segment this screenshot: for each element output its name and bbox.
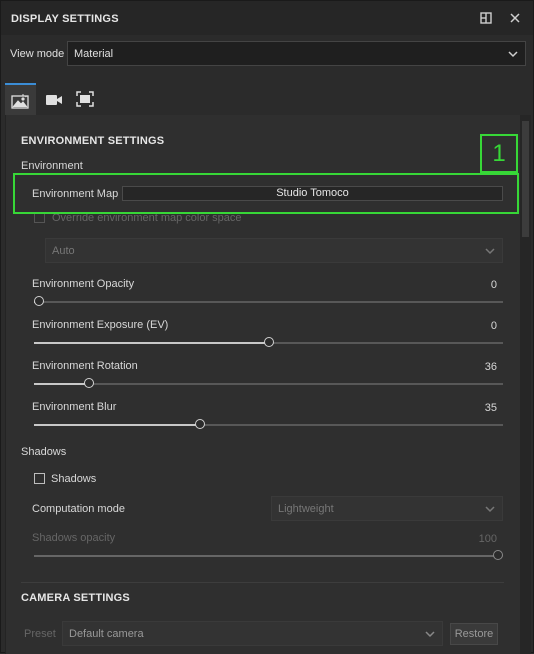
close-icon[interactable] (507, 10, 523, 26)
environment-blur-slider[interactable] (34, 419, 503, 429)
environment-exposure-value: 0 (490, 320, 497, 332)
environment-opacity-label: Environment Opacity (32, 278, 135, 290)
title-bar: DISPLAY SETTINGS (1, 1, 533, 35)
slider-fill (34, 383, 89, 385)
environment-opacity-slider[interactable] (34, 296, 503, 306)
vertical-scrollbar[interactable] (520, 115, 531, 654)
tab-frame[interactable] (70, 83, 101, 116)
view-mode-select[interactable]: Material (67, 41, 526, 66)
camera-settings-title: CAMERA SETTINGS (21, 592, 130, 604)
highlight-tag: 1 (480, 134, 518, 173)
environment-blur-label: Environment Blur (32, 401, 117, 413)
highlight-box (13, 173, 519, 214)
slider-fill (34, 342, 269, 344)
chevron-down-icon (484, 245, 496, 257)
environment-exposure-slider[interactable] (34, 337, 503, 347)
chevron-down-icon (484, 503, 496, 515)
color-space-value: Auto (52, 244, 75, 257)
slider-handle[interactable] (34, 296, 44, 306)
slider-fill (34, 555, 498, 557)
slider-handle[interactable] (493, 550, 503, 560)
chevron-down-icon (424, 628, 436, 640)
camera-preset-select[interactable]: Default camera (62, 621, 443, 646)
preset-label: Preset (24, 628, 56, 640)
environment-opacity-value: 0 (490, 279, 497, 291)
chevron-down-icon (507, 48, 519, 60)
shadows-opacity-slider[interactable] (34, 550, 503, 560)
slider-handle[interactable] (195, 419, 205, 429)
environment-rotation-label: Environment Rotation (32, 360, 138, 372)
view-mode-value: Material (74, 47, 114, 60)
dock-icon[interactable] (478, 10, 494, 26)
tab-environment[interactable] (5, 83, 36, 116)
slider-handle[interactable] (84, 378, 94, 388)
scrollbar-thumb[interactable] (522, 121, 529, 237)
environment-rotation-value: 36 (484, 361, 497, 373)
shadows-opacity-value: 100 (478, 533, 497, 545)
view-mode-label: View mode (10, 48, 65, 60)
computation-mode-value: Lightweight (278, 502, 334, 515)
camera-preset-value: Default camera (69, 627, 144, 640)
shadows-checkbox[interactable] (34, 473, 45, 484)
restore-button[interactable]: Restore (450, 623, 498, 645)
environment-blur-value: 35 (484, 402, 497, 414)
slider-fill (34, 424, 200, 426)
slider-handle[interactable] (264, 337, 274, 347)
shadows-opacity-label: Shadows opacity (32, 532, 116, 544)
computation-mode-select[interactable]: Lightweight (271, 496, 503, 521)
section-divider (21, 582, 504, 583)
color-space-select[interactable]: Auto (45, 238, 503, 263)
shadows-group-label: Shadows (21, 446, 67, 458)
environment-exposure-label: Environment Exposure (EV) (32, 319, 169, 331)
computation-mode-label: Computation mode (32, 503, 125, 515)
environment-settings-title: ENVIRONMENT SETTINGS (21, 135, 165, 147)
shadows-checkbox-label: Shadows (51, 473, 97, 485)
window-title: DISPLAY SETTINGS (11, 13, 119, 25)
environment-group-label: Environment (21, 160, 83, 172)
display-settings-window: DISPLAY SETTINGS View mode Material ENVI… (0, 0, 534, 654)
environment-rotation-slider[interactable] (34, 378, 503, 388)
tab-camera[interactable] (39, 83, 70, 116)
